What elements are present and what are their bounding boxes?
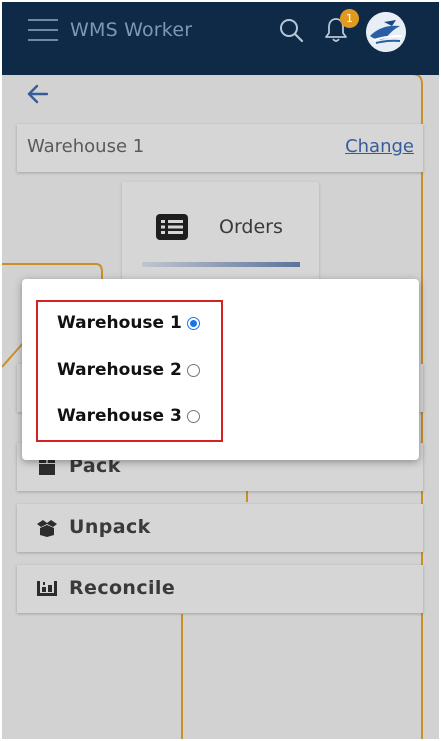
app-header: WMS Worker 1 [2,2,439,75]
warehouse-option-1[interactable]: Warehouse 1 [57,308,200,338]
app-frame: WMS Worker 1 Warehouse 1 Change Orders P… [2,2,439,739]
notification-badge: 1 [340,9,359,28]
warehouse-select-dialog: Warehouse 1 Warehouse 2 Warehouse 3 [22,279,419,460]
radio-button-selected[interactable] [186,316,200,330]
warehouse-option-2[interactable]: Warehouse 2 [57,355,200,385]
warehouse-option-3[interactable]: Warehouse 3 [57,401,200,431]
search-icon[interactable] [278,17,304,43]
option-label: Warehouse 1 [57,313,182,333]
app-title: WMS Worker [70,19,193,41]
radio-button[interactable] [186,409,200,423]
radio-button[interactable] [186,363,200,377]
option-label: Warehouse 3 [57,406,182,426]
avatar[interactable] [366,12,406,52]
option-label: Warehouse 2 [57,360,182,380]
menu-icon[interactable] [28,19,58,43]
